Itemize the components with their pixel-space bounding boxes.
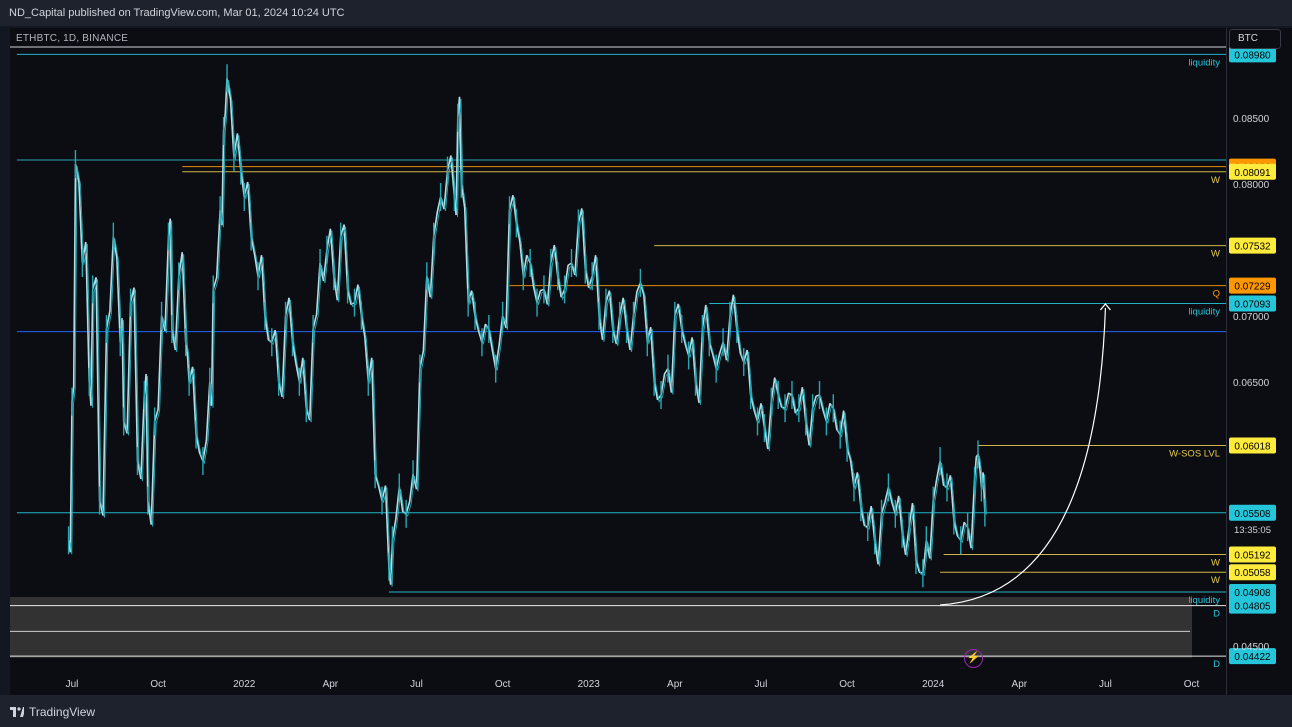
brand-logo[interactable]: TradingView <box>10 705 95 719</box>
x-tick-label: Jul <box>755 679 768 690</box>
level-tag: W <box>1211 175 1220 186</box>
x-tick-label: 2023 <box>578 679 601 690</box>
x-tick-label: Oct <box>495 679 511 690</box>
x-tick-label: Jul <box>410 679 423 690</box>
level-tag: W <box>1211 575 1220 586</box>
x-tick-label: Oct <box>150 679 166 690</box>
x-tick-label: Oct <box>1184 679 1200 690</box>
projection-curve <box>940 307 1107 606</box>
price-box-label: 0.04805 <box>1234 602 1271 613</box>
x-tick-label: Apr <box>1012 679 1028 690</box>
y-tick-label: 0.08000 <box>1233 180 1270 191</box>
level-tag: W <box>1211 558 1220 569</box>
countdown-label: 13:35:05 <box>1234 525 1271 536</box>
price-box-label: 0.07229 <box>1234 282 1271 293</box>
price-box-label: 0.04908 <box>1234 588 1271 599</box>
symbol-info: ETHBTC, 1D, BINANCE <box>16 33 129 44</box>
level-tag: liquidity <box>1188 595 1220 606</box>
x-tick-label: 2024 <box>922 679 945 690</box>
brand-name: TradingView <box>29 705 96 719</box>
level-tag: D <box>1213 609 1220 620</box>
tradingview-logo-icon <box>10 707 24 717</box>
footer-bar <box>0 695 1292 727</box>
demand-zone <box>10 597 1192 658</box>
x-tick-label: Oct <box>839 679 855 690</box>
price-box-label: 0.08091 <box>1234 168 1271 179</box>
price-box-label: 0.04422 <box>1234 652 1271 663</box>
price-box-label: 0.05508 <box>1234 509 1271 520</box>
price-box-label: 0.05058 <box>1234 568 1271 579</box>
level-tag: liquidity <box>1188 57 1220 68</box>
level-tag: W <box>1211 249 1220 260</box>
price-box-label: 0.06018 <box>1234 441 1271 452</box>
price-box-label: 0.08980 <box>1234 50 1271 61</box>
level-tag: Q <box>1213 289 1220 300</box>
x-tick-label: 2022 <box>233 679 256 690</box>
x-tick-label: Apr <box>667 679 683 690</box>
price-chart[interactable]: liquidity0.089800.08130W0.08091W0.07532Q… <box>0 0 1292 727</box>
level-tag: D <box>1213 659 1220 670</box>
y-tick-label: 0.06500 <box>1233 378 1270 389</box>
price-box-label: 0.05192 <box>1234 551 1271 562</box>
y-tick-label: 0.08500 <box>1233 114 1270 125</box>
currency-button[interactable]: BTC <box>1229 29 1281 49</box>
x-tick-label: Jul <box>66 679 79 690</box>
price-box-label: 0.07093 <box>1234 300 1271 311</box>
x-tick-label: Jul <box>1099 679 1112 690</box>
y-tick-label: 0.07000 <box>1233 312 1270 323</box>
y-tick-label: 0.04500 <box>1233 642 1270 653</box>
level-tag: liquidity <box>1188 307 1220 318</box>
price-series-shadow <box>69 80 987 587</box>
x-tick-label: Apr <box>323 679 339 690</box>
level-tag: W-SOS LVL <box>1169 448 1220 459</box>
lightning-icon[interactable]: ⚡ <box>964 649 983 668</box>
price-box-label: 0.07532 <box>1234 242 1271 253</box>
